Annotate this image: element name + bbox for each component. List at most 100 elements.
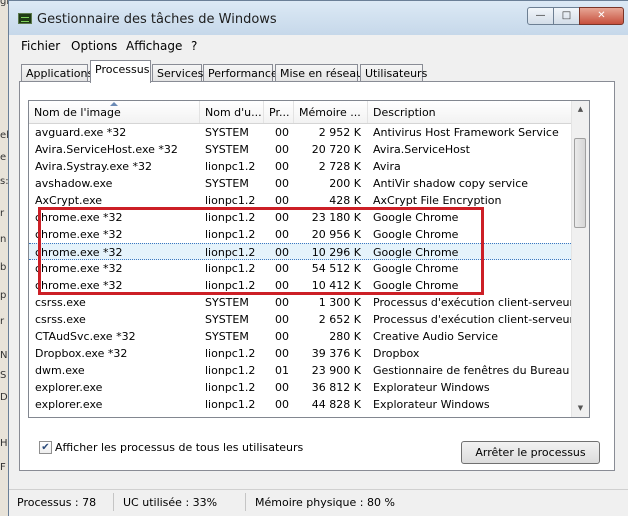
cell-cpu: 00 [275,160,289,173]
column-header-memory[interactable]: Mémoire ... [294,101,368,123]
list-header: Nom de l'image Nom d'u... Pr... Mémoire … [29,101,573,124]
vertical-scrollbar[interactable]: ▲ ▼ [571,101,589,417]
cell-cpu: 01 [275,364,289,377]
cell-cpu: 00 [275,126,289,139]
cell-desc: Avira.ServiceHost [373,143,470,156]
table-row[interactable]: explorer.exe lionpc1.2 00 36 812 K Explorate… [29,379,573,396]
background-text: e [0,152,7,163]
cell-user: lionpc1.2 [205,364,256,377]
minimize-button[interactable]: — [527,7,554,25]
cell-mem: 54 512 K [311,262,361,275]
table-row[interactable]: chrome.exe *32 lionpc1.2 00 10 296 K Google … [29,243,573,260]
background-text: F [0,462,6,473]
table-row[interactable]: Avira.Systray.exe *32 lionpc1.2 00 2 728 K A… [29,158,573,175]
column-header-description[interactable]: Description [368,101,573,123]
cell-desc: Processus d'exécution client-serveur [373,296,575,309]
table-row[interactable]: chrome.exe *32 lionpc1.2 00 10 412 K Google … [29,277,573,294]
cell-mem: 39 376 K [311,347,361,360]
cell-desc: Google Chrome [373,279,459,292]
tab-services[interactable]: Services [152,64,203,82]
table-row[interactable]: csrss.exe SYSTEM 00 2 652 K Processus d'exéc… [29,311,575,328]
cell-desc: Dropbox [373,347,420,360]
show-all-users-option[interactable]: ✔ Afficher les processus de tous les util… [39,440,303,454]
cell-desc: Google Chrome [373,228,459,241]
background-text: N [0,350,8,361]
cell-cpu: 00 [275,262,289,275]
table-row[interactable]: dwm.exe lionpc1.2 01 23 900 K Gestionnaire d… [29,362,573,379]
tab-utilisateurs[interactable]: Utilisateurs [360,64,427,82]
process-list[interactable]: Nom de l'image Nom d'u... Pr... Mémoire … [28,100,590,418]
table-row[interactable]: avshadow.exe SYSTEM 00 200 K AntiVir shadow … [29,175,573,192]
tab-performance[interactable]: Performance [203,64,278,82]
task-manager-icon [18,13,32,24]
cell-cpu: 00 [275,296,289,309]
cell-desc: Explorateur Windows [373,381,490,394]
scroll-up-icon[interactable]: ▲ [572,101,589,118]
cell-name: dwm.exe [35,364,85,377]
column-header-user[interactable]: Nom d'u... [200,101,264,123]
cell-cpu: 00 [275,279,289,292]
cell-mem: 428 K [329,194,361,207]
table-row[interactable]: chrome.exe *32 lionpc1.2 00 54 512 K Google … [29,260,573,277]
table-row[interactable]: avguard.exe *32 SYSTEM 00 2 952 K Antivirus … [29,124,573,141]
column-header-cpu[interactable]: Pr... [264,101,294,123]
cell-user: SYSTEM [205,313,249,326]
cell-mem: 36 812 K [311,381,361,394]
scroll-down-icon[interactable]: ▼ [572,400,589,417]
cell-mem: 200 K [329,177,361,190]
column-header-image-name[interactable]: Nom de l'image [29,101,200,123]
cell-name: chrome.exe *32 [35,246,123,259]
menu-help[interactable]: ? [191,39,197,53]
table-row[interactable]: Avira.ServiceHost.exe *32 SYSTEM 00 20 720 … [29,141,573,158]
cell-cpu: 00 [275,228,289,241]
task-manager-window: Gestionnaire des tâches de Windows — □ ✕… [8,0,628,516]
table-row[interactable]: csrss.exe SYSTEM 00 1 300 K Processus d'exéc… [29,294,575,311]
background-text: b [0,262,7,273]
status-divider [245,493,246,511]
status-divider [113,493,114,511]
background-text: r [0,316,5,327]
cell-name: chrome.exe *32 [35,211,123,224]
cell-cpu: 00 [275,398,289,411]
cell-desc: Google Chrome [373,262,459,275]
table-row[interactable]: Dropbox.exe *32 lionpc1.2 00 39 376 K Dropbo… [29,345,573,362]
cell-cpu: 00 [275,381,289,394]
end-process-button[interactable]: Arrêter le processus [461,441,600,464]
cell-mem: 10 412 K [311,279,361,292]
cell-mem: 10 296 K [311,246,361,259]
cell-desc: Processus d'exécution client-serveur [373,313,575,326]
cell-mem: 23 180 K [311,211,361,224]
cell-cpu: 00 [275,313,289,326]
cell-name: Avira.ServiceHost.exe *32 [35,143,178,156]
close-button[interactable]: ✕ [579,7,624,25]
scroll-thumb[interactable] [574,138,586,228]
cell-mem: 2 652 K [318,313,361,326]
menu-options[interactable]: Options [71,39,117,53]
maximize-button[interactable]: □ [553,7,580,25]
title-bar[interactable]: Gestionnaire des tâches de Windows — □ ✕ [9,1,628,35]
table-row[interactable]: explorer.exe lionpc1.2 00 44 828 K Explorate… [29,396,573,413]
table-row[interactable]: chrome.exe *32 lionpc1.2 00 23 180 K Google … [29,209,573,226]
cell-cpu: 00 [275,347,289,360]
cell-cpu: 00 [275,194,289,207]
table-row[interactable]: CTAudSvc.exe *32 SYSTEM 00 280 K Creative Au… [29,328,573,345]
table-row[interactable]: chrome.exe *32 lionpc1.2 00 20 956 K Google … [29,226,573,243]
cell-user: SYSTEM [205,177,249,190]
cell-name: csrss.exe [35,296,86,309]
cell-mem: 2 952 K [318,126,361,139]
menu-affichage[interactable]: Affichage [126,39,182,53]
cell-user: lionpc1.2 [205,381,256,394]
tab-mise-en-reseau[interactable]: Mise en réseau [275,64,363,82]
menu-fichier[interactable]: Fichier [21,39,60,53]
cell-user: lionpc1.2 [205,262,256,275]
table-row[interactable]: AxCrypt.exe lionpc1.2 00 428 K AxCrypt File … [29,192,573,209]
show-all-users-checkbox[interactable]: ✔ [39,440,52,454]
cell-desc: Gestionnaire de fenêtres du Bureau [373,364,570,377]
cell-desc: AntiVir shadow copy service [373,177,529,190]
cell-name: avguard.exe *32 [35,126,127,139]
cell-user: lionpc1.2 [205,194,256,207]
tab-applications[interactable]: Applications [21,64,93,82]
tab-processus[interactable]: Processus [90,60,151,83]
cell-name: chrome.exe *32 [35,228,123,241]
cell-user: lionpc1.2 [205,347,256,360]
